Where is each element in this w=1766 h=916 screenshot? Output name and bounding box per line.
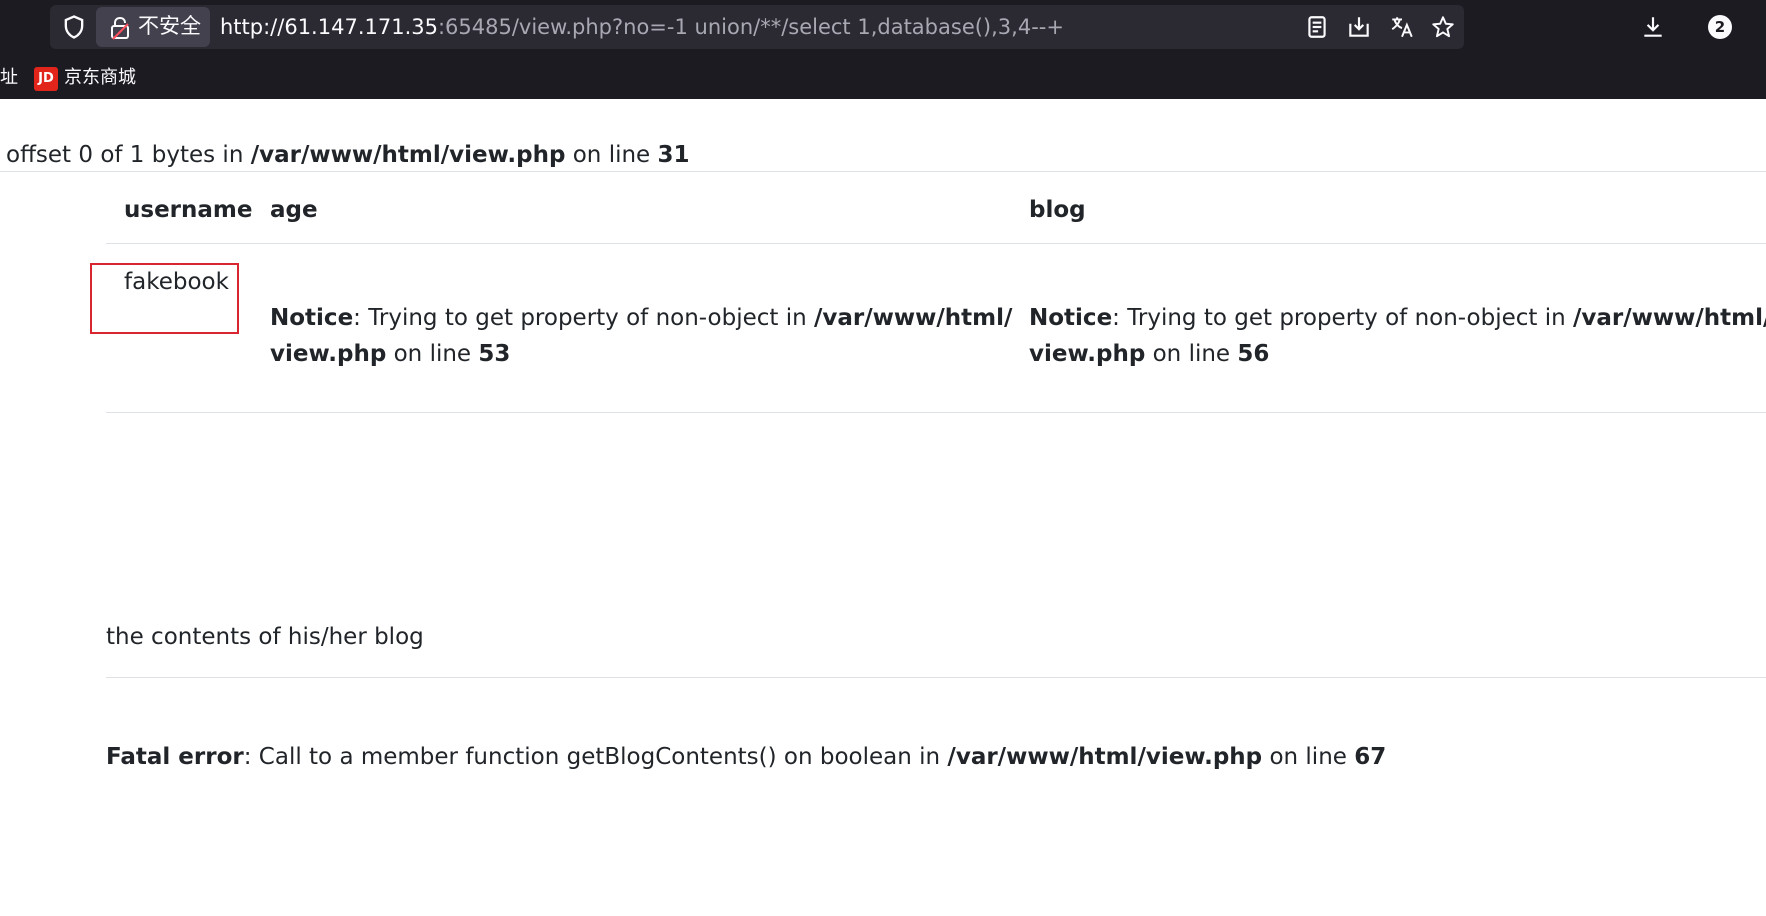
notice-path: view.php — [1029, 341, 1146, 367]
notice-text: on line — [565, 142, 658, 168]
fatal-error-message: Fatal error: Call to a member function g… — [106, 742, 1386, 772]
blog-notice-line1: Notice: Trying to get property of non-ob… — [1029, 303, 1766, 333]
translate-icon[interactable] — [1389, 14, 1415, 40]
error-text: on line — [1262, 744, 1355, 770]
error-label: Fatal error — [106, 744, 244, 770]
age-notice-line2: view.php on line 53 — [270, 339, 510, 369]
notice-path: /var/www/html/ — [1573, 305, 1766, 331]
error-path: /var/www/html/view.php — [947, 744, 1263, 770]
error-text: : Call to a member function getBlogConte… — [243, 744, 948, 770]
notice-text: on line — [386, 341, 479, 367]
blog-notice-line2: view.php on line 56 — [1029, 339, 1269, 369]
age-notice-line1: Notice: Trying to get property of non-ob… — [270, 303, 1012, 333]
insecure-label: 不安全 — [138, 14, 201, 38]
shield-icon[interactable] — [60, 13, 88, 41]
notice-text: : Trying to get property of non-object i… — [353, 305, 814, 331]
downloads-icon[interactable] — [1640, 14, 1666, 40]
notice-path: /var/www/html/ — [814, 305, 1013, 331]
url-text[interactable]: http://61.147.171.35:65485/view.php?no=-… — [220, 15, 1064, 39]
notice-label: Notice — [270, 305, 354, 331]
notice-path: /var/www/html/view.php — [250, 142, 566, 168]
notice-text: : Trying to get property of non-object i… — [1112, 305, 1573, 331]
highlight-box — [90, 263, 239, 334]
error-line: 67 — [1354, 744, 1387, 770]
table-bottom-divider — [106, 412, 1766, 413]
column-header-age: age — [270, 197, 318, 223]
bookmark-jd-label[interactable]: 京东商城 — [64, 67, 136, 89]
top-php-notice: offset 0 of 1 bytes in /var/www/html/vie… — [6, 140, 690, 170]
reader-view-icon[interactable] — [1304, 14, 1330, 40]
jd-logo-icon[interactable]: JD — [34, 67, 58, 91]
lock-icon — [111, 16, 129, 40]
notice-line: 53 — [478, 341, 511, 367]
divider — [106, 677, 1766, 678]
notice-text: on line — [1145, 341, 1238, 367]
account-badge[interactable]: 2 — [1708, 15, 1732, 39]
divider — [0, 171, 1766, 172]
bookmark-partial[interactable]: 址 — [0, 67, 18, 89]
save-page-icon[interactable] — [1346, 14, 1372, 40]
notice-line: 31 — [657, 142, 690, 168]
blog-contents-label: the contents of his/her blog — [106, 624, 424, 650]
notice-text: offset 0 of 1 bytes in — [6, 142, 251, 168]
notice-line: 56 — [1237, 341, 1270, 367]
url-path: :65485/view.php?no=-1 union/**/select 1,… — [437, 15, 1064, 39]
bookmark-star-icon[interactable] — [1430, 14, 1456, 40]
notice-path: view.php — [270, 341, 387, 367]
browser-chrome: 不安全 http://61.147.171.35:65485/view.php?… — [0, 0, 1766, 99]
column-header-blog: blog — [1029, 197, 1086, 223]
notice-label: Notice — [1029, 305, 1113, 331]
url-host: http://61.147.171.35 — [220, 15, 438, 39]
table-header-divider — [106, 243, 1766, 244]
column-header-username: username — [124, 197, 253, 223]
